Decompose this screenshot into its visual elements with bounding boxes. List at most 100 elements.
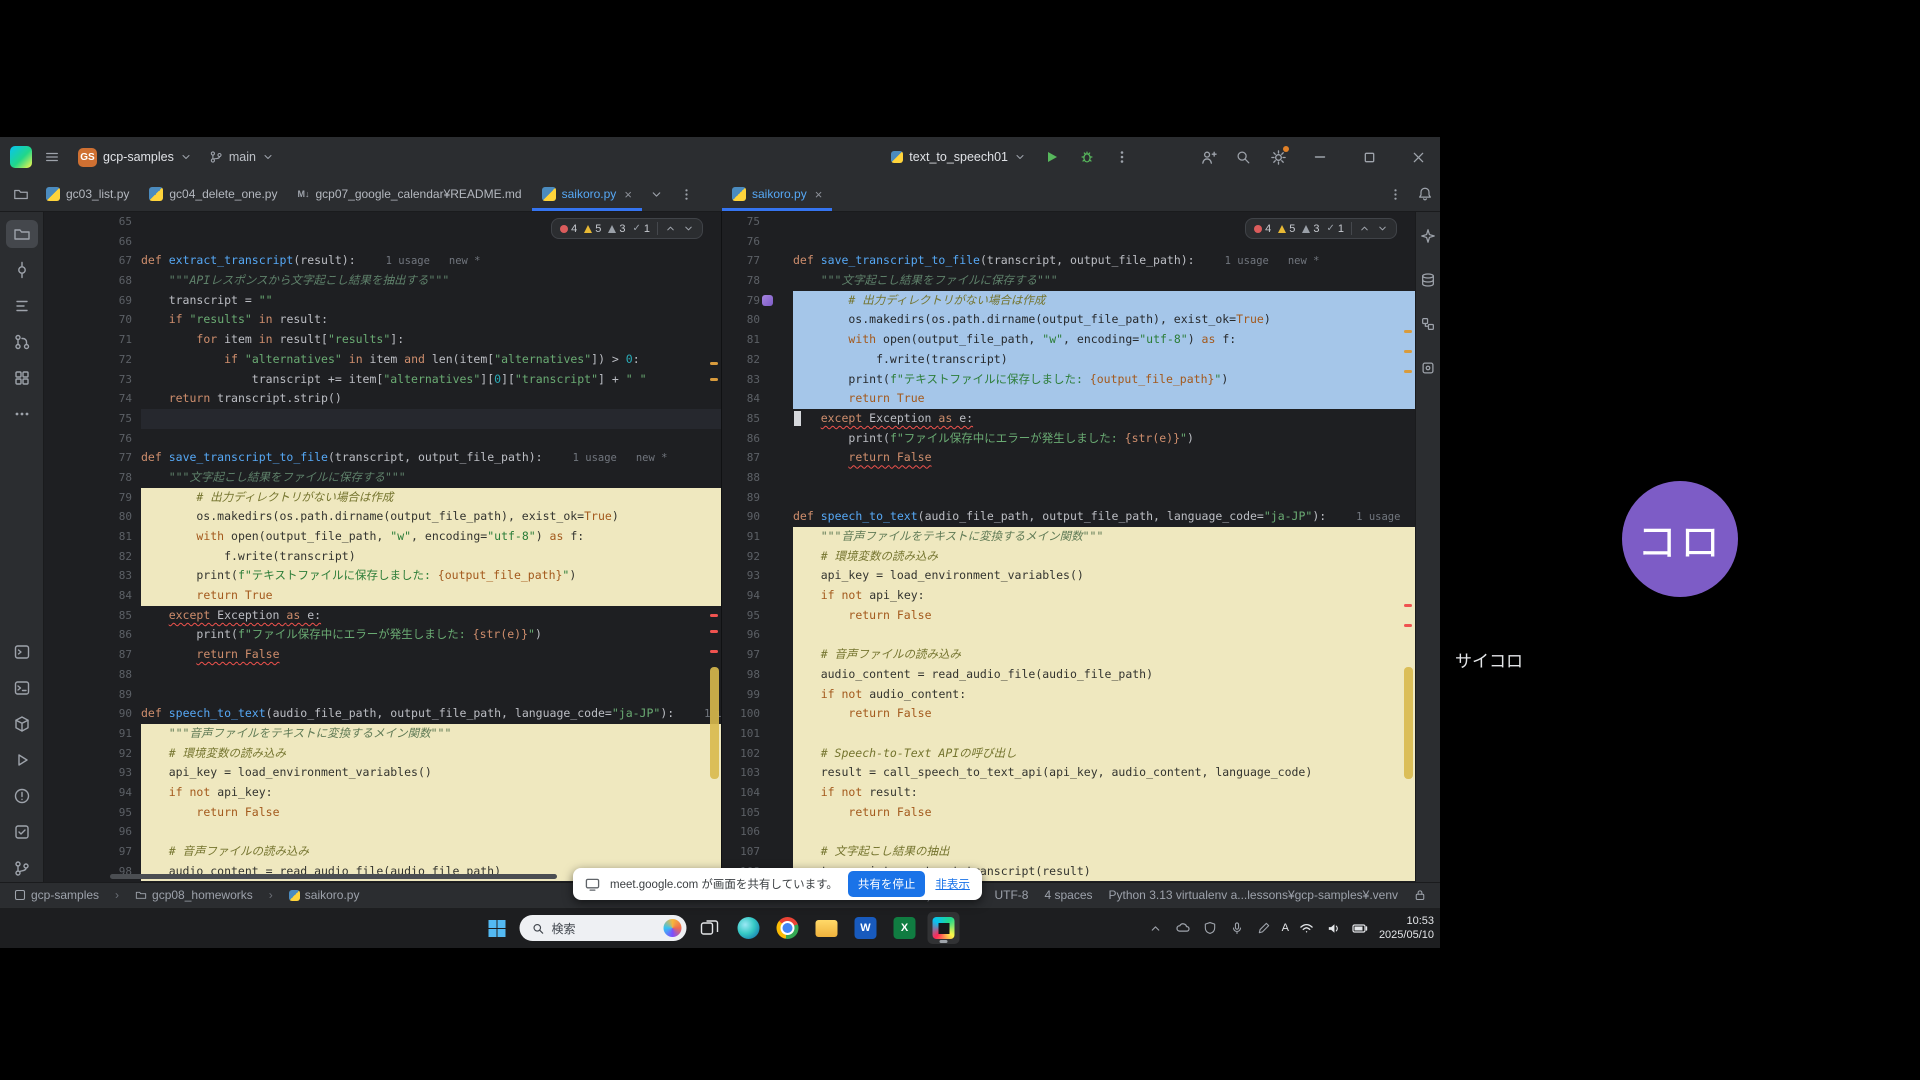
run-button[interactable] <box>1037 142 1067 172</box>
code-line[interactable] <box>141 665 721 685</box>
code-line[interactable]: # 出力ディレクトリがない場合は作成 <box>793 291 1415 311</box>
code-vision-hint[interactable]: 1 usage new * <box>573 452 668 464</box>
tab-readme[interactable]: M↓gcp07_google_calendar¥README.md <box>287 177 531 211</box>
pull-requests-tool-icon[interactable] <box>6 328 38 356</box>
database-tool-icon[interactable] <box>1417 266 1439 294</box>
code-line[interactable]: # 環境変数の読み込み <box>793 547 1415 567</box>
code-line[interactable]: if not api_key: <box>141 783 721 803</box>
code-line[interactable]: return transcript.strip() <box>141 389 721 409</box>
terminal-tool-icon[interactable] <box>6 674 38 702</box>
code-line[interactable]: """文字起こし結果をファイルに保存する""" <box>793 271 1415 291</box>
code-line[interactable]: audio_content = read_audio_file(audio_fi… <box>793 665 1415 685</box>
taskbar-clock[interactable]: 10:53 2025/05/10 <box>1379 914 1434 943</box>
code-line[interactable] <box>141 822 721 842</box>
pen-icon[interactable] <box>1255 919 1273 937</box>
next-problem-chevron-icon[interactable] <box>683 223 694 234</box>
code-line[interactable]: if not api_key: <box>793 586 1415 606</box>
onedrive-icon[interactable] <box>1174 919 1192 937</box>
problems-tool-icon[interactable] <box>6 782 38 810</box>
breadcrumb-project[interactable]: gcp-samples <box>14 888 99 902</box>
security-shield-icon[interactable] <box>1201 919 1219 937</box>
error-stripe[interactable] <box>1403 212 1414 882</box>
inspections-widget[interactable]: 4 5 3 ✓1 <box>551 218 703 239</box>
plugins-tool-icon[interactable] <box>1417 354 1439 382</box>
code-line[interactable]: def save_transcript_to_file(transcript, … <box>793 251 1415 271</box>
next-problem-chevron-icon[interactable] <box>1377 223 1388 234</box>
code-line[interactable]: def speech_to_text(audio_file_path, outp… <box>793 507 1415 527</box>
notifications-bell-icon[interactable] <box>1410 179 1440 209</box>
lock-icon[interactable] <box>1414 889 1426 901</box>
more-tools-icon[interactable] <box>6 400 38 428</box>
code-line[interactable]: if "alternatives" in item and len(item["… <box>141 350 721 370</box>
dependencies-tool-icon[interactable] <box>1417 310 1439 338</box>
excel-icon[interactable]: X <box>889 912 921 944</box>
python-console-tool-icon[interactable] <box>6 638 38 666</box>
code-line[interactable]: return True <box>141 586 721 606</box>
word-icon[interactable]: W <box>850 912 882 944</box>
tab-saikoro-right[interactable]: saikoro.py× <box>722 177 832 211</box>
code-line[interactable]: f.write(transcript) <box>141 547 721 567</box>
code-line[interactable] <box>793 468 1415 488</box>
pycharm-taskbar-icon[interactable] <box>928 912 960 944</box>
code-line[interactable]: # 環境変数の読み込み <box>141 744 721 764</box>
code-line[interactable]: # 出力ディレクトリがない場合は作成 <box>141 488 721 508</box>
status-indent[interactable]: 4 spaces <box>1044 888 1092 902</box>
close-button[interactable] <box>1396 137 1440 177</box>
code-line[interactable]: transcript += item["alternatives"][0]["t… <box>141 370 721 390</box>
code-line[interactable]: """文字起こし結果をファイルに保存する""" <box>141 468 721 488</box>
code-line[interactable]: print(f"テキストファイルに保存しました: {output_file_pa… <box>141 566 721 586</box>
code-line[interactable]: os.makedirs(os.path.dirname(output_file_… <box>793 310 1415 330</box>
code-line[interactable]: except Exception as e: <box>793 409 1415 429</box>
code-vision-hint[interactable]: 1 usage new * <box>1225 255 1320 267</box>
code-line[interactable] <box>793 488 1415 508</box>
code-line[interactable]: print(f"ファイル保存中にエラーが発生しました: {str(e)}") <box>141 625 721 645</box>
horizontal-scrollbar[interactable] <box>110 874 557 879</box>
code-vision-hint[interactable]: 1 usage new * <box>386 255 481 267</box>
breadcrumb-file[interactable]: saikoro.py <box>289 888 360 902</box>
hide-banner-link[interactable]: 非表示 <box>935 876 970 892</box>
code-line[interactable]: transcript = "" <box>141 291 721 311</box>
close-tab-icon[interactable]: × <box>815 187 823 202</box>
todo-tool-icon[interactable] <box>6 818 38 846</box>
commit-tool-icon[interactable] <box>6 256 38 284</box>
code-right[interactable]: def save_transcript_to_file(transcript, … <box>793 212 1415 882</box>
code-line[interactable]: os.makedirs(os.path.dirname(output_file_… <box>141 507 721 527</box>
code-line[interactable]: return False <box>141 803 721 823</box>
start-button[interactable] <box>481 912 513 944</box>
minimize-button[interactable] <box>1298 137 1342 177</box>
taskbar-search[interactable]: 検索 <box>520 915 687 941</box>
settings-gear-icon[interactable] <box>1263 142 1293 172</box>
inline-ai-icon[interactable] <box>762 295 773 306</box>
code-line[interactable]: return False <box>141 645 721 665</box>
code-line[interactable]: def extract_transcript(result):1 usage n… <box>141 251 721 271</box>
status-encoding[interactable]: UTF-8 <box>994 888 1028 902</box>
code-line[interactable]: return True <box>793 389 1415 409</box>
add-user-button[interactable] <box>1193 142 1223 172</box>
project-folder-icon[interactable] <box>6 179 36 209</box>
code-line[interactable]: return False <box>793 803 1415 823</box>
code-line[interactable]: def speech_to_text(audio_file_path, outp… <box>141 704 721 724</box>
close-tab-icon[interactable]: × <box>624 187 632 202</box>
status-interpreter[interactable]: Python 3.13 virtualenv a...lessons¥gcp-s… <box>1109 888 1399 902</box>
code-line[interactable] <box>141 409 721 429</box>
code-line[interactable]: return False <box>793 606 1415 626</box>
prev-problem-chevron-icon[interactable] <box>665 223 676 234</box>
more-actions-icon[interactable] <box>1107 142 1137 172</box>
code-line[interactable]: return False <box>793 704 1415 724</box>
inspections-widget[interactable]: 4 5 3 ✓1 <box>1245 218 1397 239</box>
battery-icon[interactable] <box>1352 919 1370 937</box>
code-line[interactable]: print(f"ファイル保存中にエラーが発生しました: {str(e)}") <box>793 429 1415 449</box>
hidden-icons-chevron-icon[interactable] <box>1147 919 1165 937</box>
code-line[interactable]: with open(output_file_path, "w", encodin… <box>793 330 1415 350</box>
code-line[interactable]: if "results" in result: <box>141 310 721 330</box>
ai-assistant-tool-icon[interactable] <box>1417 222 1439 250</box>
code-line[interactable]: api_key = load_environment_variables() <box>793 566 1415 586</box>
code-line[interactable]: print(f"テキストファイルに保存しました: {output_file_pa… <box>793 370 1415 390</box>
code-line[interactable]: """音声ファイルをテキストに変換するメイン関数""" <box>141 724 721 744</box>
main-menu-icon[interactable] <box>37 142 67 172</box>
editor-pane-right[interactable]: 7576777879808182838485868788899091929394… <box>722 212 1415 882</box>
project-widget[interactable]: GS gcp-samples <box>72 144 198 171</box>
tab-saikoro-left[interactable]: saikoro.py× <box>532 177 642 211</box>
code-left[interactable]: def extract_transcript(result):1 usage n… <box>141 212 721 882</box>
debug-button[interactable] <box>1072 142 1102 172</box>
